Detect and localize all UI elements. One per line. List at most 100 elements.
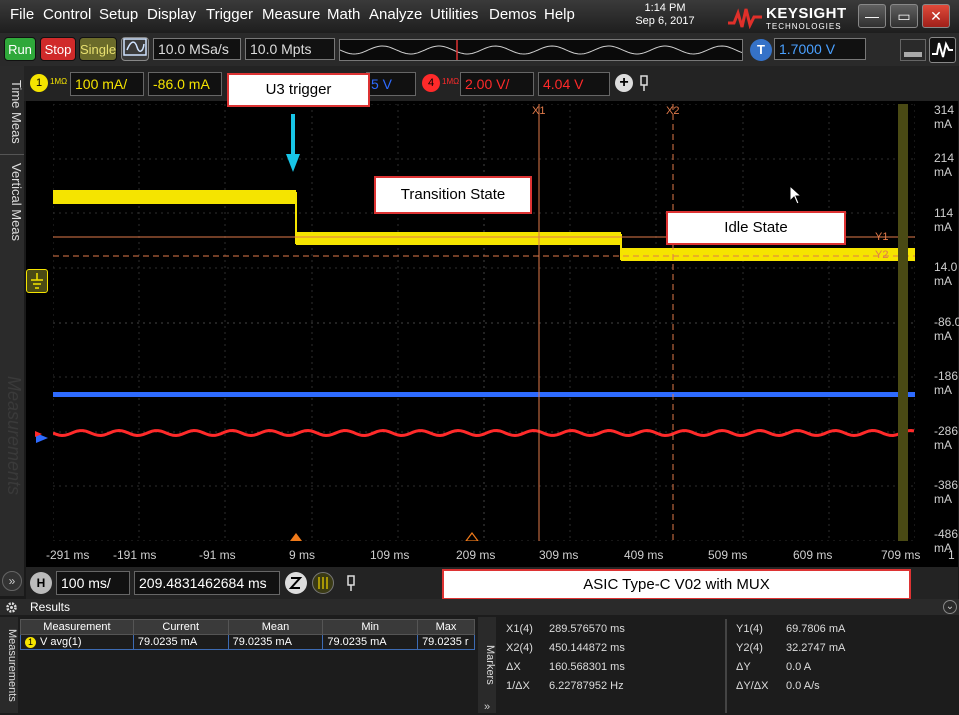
ch4-offset[interactable]: 4.04 V	[538, 72, 610, 96]
results-title: Results	[30, 600, 71, 614]
ch1-scale[interactable]: 100 mA/	[70, 72, 144, 96]
stop-button[interactable]: Stop	[40, 37, 76, 61]
menu-setup[interactable]: Setup	[99, 6, 138, 23]
table-row[interactable]: 1 V avg(1) 79.0235 mA 79.0235 mA 79.0235 …	[20, 634, 475, 650]
clock-date: Sep 6, 2017	[635, 15, 695, 27]
run-button[interactable]: Run	[4, 37, 36, 61]
touch-wave-icon	[932, 41, 953, 58]
ch1-badge[interactable]: 1	[30, 74, 48, 92]
horizontal-scale[interactable]: 100 ms/	[56, 571, 130, 595]
ch1-offset[interactable]: -86.0 mA	[148, 72, 222, 96]
menu-analyze[interactable]: Analyze	[369, 6, 422, 23]
touch-mode-button[interactable]	[929, 37, 956, 63]
sample-rate-readout[interactable]: 10.0 MSa/s	[153, 38, 241, 60]
single-button[interactable]: Single	[79, 37, 117, 61]
ch4-trace	[53, 428, 915, 438]
marker-value: 6.22787952 Hz	[549, 680, 624, 692]
roll-mode-button[interactable]	[312, 572, 334, 594]
minimize-button[interactable]: —	[858, 4, 886, 28]
zoom-button[interactable]	[285, 572, 307, 594]
add-channel-button[interactable]: +	[615, 74, 633, 92]
x-label: 309 ms	[539, 548, 579, 562]
collapse-results-icon[interactable]: ⌄	[943, 600, 957, 614]
ch4-scale[interactable]: 2.00 V/	[460, 72, 534, 96]
x-label: -91 ms	[199, 548, 236, 562]
channel-bar: 1 1MΩ 100 mA/ -86.0 mA 5 V 4 1MΩ 2.00 V/…	[0, 66, 959, 101]
menu-demos[interactable]: Demos	[489, 6, 537, 23]
marker-key: Y1(4)	[736, 623, 763, 635]
marker-value: 0.0 A/s	[786, 680, 820, 692]
waveform-overview[interactable]	[339, 39, 743, 61]
keysight-logo: KEYSIGHT TECHNOLOGIES	[728, 3, 848, 31]
menu-help[interactable]: Help	[544, 6, 575, 23]
tab-measurements[interactable]: Measurements	[0, 617, 18, 713]
ch3-scale-partial[interactable]: 5 V	[366, 72, 416, 96]
menu-bar: File Control Setup Display Trigger Measu…	[0, 0, 959, 33]
memory-depth-readout[interactable]: 10.0 Mpts	[245, 38, 335, 60]
ch1-trace-idle	[621, 248, 915, 261]
zoom-icon	[288, 577, 303, 589]
trigger-arrow-annotation-icon	[286, 114, 300, 172]
ground-icon	[31, 273, 43, 289]
ch1-trace-active	[53, 190, 296, 204]
trigger-badge[interactable]: T	[750, 39, 772, 61]
ch4-badge[interactable]: 4	[422, 74, 440, 92]
x-label: 109 ms	[370, 548, 410, 562]
clock-time: 1:14 PM	[644, 2, 686, 14]
waveform-display[interactable]: X1 X2 Y1 Y2 U3 trigger Transition State …	[26, 73, 959, 567]
col-measurement: Measurement	[20, 619, 134, 635]
screen-layout-button[interactable]	[900, 39, 926, 61]
callout-u3-trigger: U3 trigger	[227, 73, 370, 107]
ch2-trace	[53, 392, 915, 397]
tab-markers[interactable]: Markers	[478, 617, 496, 713]
menu-file[interactable]: File	[10, 6, 34, 23]
clock: 1:14 PM Sep 6, 2017	[620, 2, 710, 28]
menu-trigger[interactable]: Trigger	[206, 6, 253, 23]
measurement-table: Measurement Current Mean Min Max 1 V avg(…	[20, 619, 475, 650]
y-label: 114 mA	[934, 206, 954, 234]
expand-markers-icon[interactable]: »	[478, 701, 496, 715]
x-page-indicator: 1	[948, 548, 955, 562]
ch4-impedance: 1MΩ	[442, 77, 460, 86]
trigger-level-readout[interactable]: 1.7000 V	[774, 38, 866, 60]
tab-vertical-meas[interactable]: Vertical Meas	[0, 154, 24, 250]
meas-min: 79.0235 mA	[322, 634, 419, 650]
menu-control[interactable]: Control	[43, 6, 91, 23]
callout-idle-state: Idle State	[666, 211, 846, 245]
menu-utilities[interactable]: Utilities	[430, 6, 478, 23]
y-label: -386 mA	[934, 478, 959, 506]
tab-measurements-faded[interactable]: Measurements	[0, 356, 24, 516]
close-button[interactable]: ✕	[922, 4, 950, 28]
maximize-button[interactable]: ▭	[890, 4, 918, 28]
control-bar: Run Stop Single 10.0 MSa/s 10.0 Mpts T 1…	[0, 33, 959, 66]
mouse-pointer-icon	[789, 185, 803, 205]
marker-x1-label: X1	[532, 105, 546, 117]
pin-icon[interactable]	[637, 73, 651, 93]
ch1-ground-marker[interactable]	[26, 269, 48, 293]
x-label: 609 ms	[793, 548, 833, 562]
auto-scale-button[interactable]	[121, 37, 149, 61]
marker-x2-label: X2	[666, 105, 680, 117]
menu-display[interactable]: Display	[147, 6, 196, 23]
graticule	[53, 104, 915, 541]
marker-key: Y2(4)	[736, 642, 763, 654]
col-current: Current	[132, 619, 229, 635]
horizontal-badge[interactable]: H	[30, 572, 52, 594]
col-mean: Mean	[227, 619, 324, 635]
expand-left-icon[interactable]: »	[2, 571, 22, 591]
pin-icon[interactable]	[344, 573, 358, 593]
trigger-level-marker[interactable]	[34, 431, 54, 445]
gear-icon[interactable]	[5, 601, 18, 614]
left-tab-strip: Time Meas Vertical Meas Measurements »	[0, 66, 24, 596]
x-label: 409 ms	[624, 548, 664, 562]
trigger-arrow-icon	[35, 431, 48, 443]
results-panel: Measurements Measurement Current Mean Mi…	[0, 615, 959, 715]
menu-math[interactable]: Math	[327, 6, 360, 23]
center-reference-icon	[465, 532, 479, 541]
ch1-indicator: 1	[25, 637, 36, 648]
marker-key: X1(4)	[506, 623, 533, 635]
menu-measure[interactable]: Measure	[262, 6, 320, 23]
horizontal-position[interactable]: 209.4831462684 ms	[134, 571, 280, 595]
x-label: -291 ms	[46, 548, 90, 562]
tab-time-meas[interactable]: Time Meas	[0, 72, 24, 152]
